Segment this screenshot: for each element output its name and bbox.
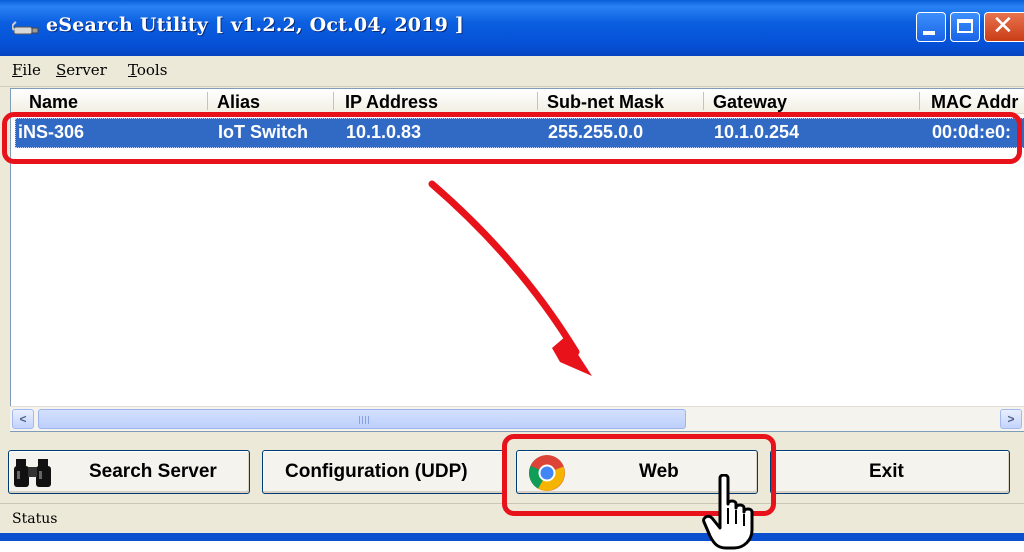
column-header-alias[interactable]: Alias: [217, 92, 260, 113]
menu-bar: File Server Tools: [0, 56, 1024, 87]
window-title: eSearch Utility [ v1.2.2, Oct.04, 2019 ]: [46, 14, 465, 36]
table-row[interactable]: iNS-306 IoT Switch 10.1.0.83 255.255.0.0…: [15, 118, 1024, 148]
chevron-left-icon: <: [19, 412, 27, 426]
cell-name: iNS-306: [18, 122, 85, 142]
chevron-right-icon: >: [1007, 412, 1015, 426]
scroll-thumb[interactable]: [38, 409, 686, 429]
column-divider[interactable]: [333, 92, 334, 110]
search-server-label: Search Server: [89, 461, 217, 482]
search-server-button[interactable]: Search Server: [8, 450, 250, 494]
scroll-right-button[interactable]: >: [1000, 409, 1022, 429]
cell-alias: IoT Switch: [218, 122, 308, 142]
status-text: Status: [12, 511, 58, 527]
minimize-button[interactable]: [916, 12, 946, 42]
exit-label: Exit: [869, 461, 904, 482]
column-header-ip-address[interactable]: IP Address: [345, 92, 438, 113]
grip-icon: [359, 416, 369, 424]
configuration-button[interactable]: Configuration (UDP): [262, 450, 504, 494]
maximize-button[interactable]: [950, 12, 980, 42]
hand-pointer-icon: [702, 474, 754, 550]
close-icon: ✕: [992, 11, 1014, 41]
title-bar[interactable]: eSearch Utility [ v1.2.2, Oct.04, 2019 ]…: [0, 0, 1024, 56]
column-header-name[interactable]: Name: [29, 92, 78, 113]
device-list[interactable]: Name Alias IP Address Sub-net Mask Gatew…: [10, 88, 1024, 432]
column-header-mac-address[interactable]: MAC Addr: [931, 92, 1024, 113]
close-button[interactable]: ✕: [984, 11, 1024, 42]
exit-button[interactable]: Exit: [770, 450, 1010, 494]
menu-file[interactable]: File: [12, 61, 41, 79]
cell-subnet-mask: 255.255.0.0: [548, 122, 644, 142]
binoculars-icon: [14, 459, 51, 487]
window-bottom-border: [0, 533, 1024, 541]
column-header-subnet-mask[interactable]: Sub-net Mask: [547, 92, 664, 113]
horizontal-scrollbar[interactable]: < >: [10, 406, 1024, 431]
scroll-left-button[interactable]: <: [12, 409, 34, 429]
cell-gateway: 10.1.0.254: [714, 122, 800, 142]
network-cable-icon: [12, 21, 39, 35]
column-divider[interactable]: [207, 92, 208, 110]
chrome-browser-icon: [528, 455, 565, 491]
cell-mac-address: 00:0d:e0:: [932, 122, 1012, 142]
list-header: Name Alias IP Address Sub-net Mask Gatew…: [11, 89, 1024, 114]
web-label: Web: [639, 461, 679, 482]
column-header-gateway[interactable]: Gateway: [713, 92, 787, 113]
menu-tools[interactable]: Tools: [128, 61, 167, 79]
menu-server[interactable]: Server: [56, 61, 107, 79]
status-bar: Status: [0, 503, 1024, 534]
application-window: eSearch Utility [ v1.2.2, Oct.04, 2019 ]…: [0, 0, 1024, 541]
cell-ip-address: 10.1.0.83: [346, 122, 422, 142]
column-divider[interactable]: [919, 92, 920, 110]
column-divider[interactable]: [703, 92, 704, 110]
configuration-label: Configuration (UDP): [285, 461, 468, 482]
column-divider[interactable]: [537, 92, 538, 110]
